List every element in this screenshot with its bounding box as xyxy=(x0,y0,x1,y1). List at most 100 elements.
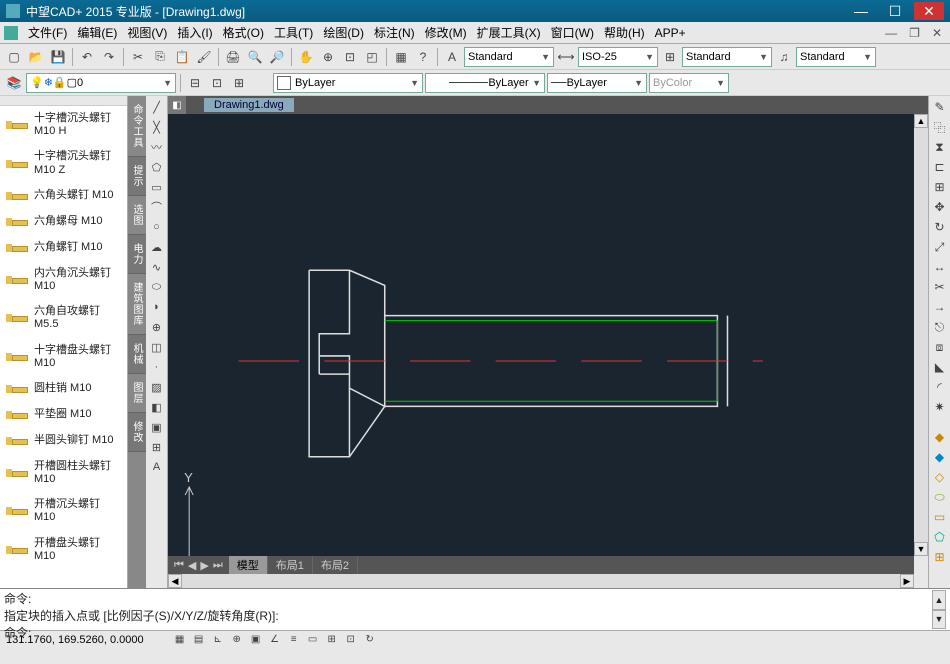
pline-icon[interactable]: 〰 xyxy=(148,138,166,156)
command-line[interactable]: 命令: 指定块的插入点或 [比例因子(S)/X/Y/Z/旋转角度(R)]: 命令… xyxy=(0,588,950,630)
scale-icon[interactable]: ⤢ xyxy=(931,238,949,256)
polar-icon[interactable]: ⊕ xyxy=(229,633,245,647)
part-item-7[interactable]: 十字槽盘头螺钉 M10 xyxy=(0,338,127,376)
menu-insert[interactable]: 插入(I) xyxy=(173,22,216,43)
hatch-icon[interactable]: ▨ xyxy=(148,378,166,396)
osnap-icon[interactable]: ▣ xyxy=(248,633,264,647)
snap-icon[interactable]: ▦ xyxy=(172,633,188,647)
match-icon[interactable]: 🖌 xyxy=(194,47,214,67)
menu-help[interactable]: 帮助(H) xyxy=(600,22,649,43)
stretch-icon[interactable]: ↔ xyxy=(931,258,949,276)
spline-icon[interactable]: ∿ xyxy=(148,258,166,276)
copy2-icon[interactable]: ⿻ xyxy=(931,118,949,136)
paste-icon[interactable]: 📋 xyxy=(172,47,192,67)
menu-dim[interactable]: 标注(N) xyxy=(370,22,419,43)
textstyle-icon[interactable]: A xyxy=(442,47,462,67)
tab-layout2[interactable]: 布局2 xyxy=(313,556,358,574)
lwt-icon[interactable]: ≡ xyxy=(286,633,302,647)
part-item-13[interactable]: 开槽盘头螺钉 M10 xyxy=(0,531,127,569)
vtab-1[interactable]: 提示 xyxy=(128,157,146,196)
explode-icon[interactable]: ✷ xyxy=(931,398,949,416)
circle-icon[interactable]: ○ xyxy=(148,218,166,236)
mlstyle-combo[interactable]: Standard▼ xyxy=(796,47,876,67)
part-item-6[interactable]: 六角自攻螺钉 M5.5 xyxy=(0,299,127,337)
pan-icon[interactable]: ✋ xyxy=(296,47,316,67)
menu-modify[interactable]: 修改(M) xyxy=(421,22,471,43)
minimize-button[interactable]: — xyxy=(846,2,876,20)
color-combo[interactable]: ByLayer▼ xyxy=(273,73,423,93)
ortho-icon[interactable]: ⊾ xyxy=(210,633,226,647)
hscroll-left-icon[interactable]: ◀ xyxy=(168,574,182,588)
zoomwin-icon[interactable]: ◰ xyxy=(362,47,382,67)
zoom-icon[interactable]: ⊕ xyxy=(318,47,338,67)
part-item-5[interactable]: 内六角沉头螺钉 M10 xyxy=(0,261,127,299)
layer-manager-icon[interactable]: 📚 xyxy=(4,73,24,93)
model-icon[interactable]: ▭ xyxy=(305,633,321,647)
lineweight-combo[interactable]: ── ByLayer▼ xyxy=(547,73,647,93)
print-icon[interactable]: 🖨 xyxy=(223,47,243,67)
move-icon[interactable]: ✥ xyxy=(931,198,949,216)
grid2-icon[interactable]: ▤ xyxy=(191,633,207,647)
tool2-icon[interactable]: ◆ xyxy=(931,448,949,466)
grid-icon[interactable]: ▦ xyxy=(391,47,411,67)
line-icon[interactable]: ╱ xyxy=(148,98,166,116)
rotate-icon[interactable]: ↻ xyxy=(931,218,949,236)
hscroll[interactable]: ◀ ▶ xyxy=(168,574,914,588)
xline-icon[interactable]: ╳ xyxy=(148,118,166,136)
preview-icon[interactable]: 🔍 xyxy=(245,47,265,67)
part-item-2[interactable]: 六角头螺钉 M10 xyxy=(0,183,127,209)
ellipse-icon[interactable]: ⬭ xyxy=(148,278,166,296)
table-icon[interactable]: ⊞ xyxy=(148,438,166,456)
vtab-3[interactable]: 电力 xyxy=(128,235,146,274)
part-item-9[interactable]: 平垫圈 M10 xyxy=(0,402,127,428)
part-item-0[interactable]: 十字槽沉头螺钉 M10 H xyxy=(0,106,127,144)
tab-next-icon[interactable]: ▶ xyxy=(198,559,210,572)
menu-view[interactable]: 视图(V) xyxy=(123,22,171,43)
help-icon[interactable]: ? xyxy=(413,47,433,67)
fillet-icon[interactable]: ◜ xyxy=(931,378,949,396)
part-item-4[interactable]: 六角螺钉 M10 xyxy=(0,235,127,261)
tool6-icon[interactable]: ⬠ xyxy=(931,528,949,546)
save-icon[interactable]: 💾 xyxy=(48,47,68,67)
new-icon[interactable]: ▢ xyxy=(4,47,24,67)
plotcolor-combo[interactable]: ByColor▼ xyxy=(649,73,729,93)
part-item-3[interactable]: 六角螺母 M10 xyxy=(0,209,127,235)
mdi-close[interactable]: ✕ xyxy=(928,26,946,40)
revcloud-icon[interactable]: ☁ xyxy=(148,238,166,256)
array-icon[interactable]: ⊞ xyxy=(931,178,949,196)
tab-last-icon[interactable]: ⏭ xyxy=(211,559,225,572)
vtab-4[interactable]: 建筑图库 xyxy=(128,274,146,335)
vscroll-up-icon[interactable]: ▲ xyxy=(914,114,928,128)
offset-icon[interactable]: ⊏ xyxy=(931,158,949,176)
region-icon[interactable]: ▣ xyxy=(148,418,166,436)
menu-file[interactable]: 文件(F) xyxy=(24,22,71,43)
ellipsearc-icon[interactable]: ◗ xyxy=(148,298,166,316)
undo-icon[interactable]: ↶ xyxy=(77,47,97,67)
tool1-icon[interactable]: ◆ xyxy=(931,428,949,446)
cmd-scroll[interactable]: ▲▼ xyxy=(932,590,946,629)
tab-first-icon[interactable]: ⏮ xyxy=(172,559,186,572)
chamfer-icon[interactable]: ◣ xyxy=(931,358,949,376)
menu-format[interactable]: 格式(O) xyxy=(219,22,268,43)
rect-icon[interactable]: ▭ xyxy=(148,178,166,196)
tab-model[interactable]: 模型 xyxy=(229,556,268,574)
open-icon[interactable]: 📂 xyxy=(26,47,46,67)
menu-edit[interactable]: 编辑(E) xyxy=(73,22,121,43)
layer-iso-icon[interactable]: ⊞ xyxy=(229,73,249,93)
part-item-1[interactable]: 十字槽沉头螺钉 M10 Z xyxy=(0,144,127,182)
tool3-icon[interactable]: ◇ xyxy=(931,468,949,486)
block-icon[interactable]: ◫ xyxy=(148,338,166,356)
vtab-6[interactable]: 图层 xyxy=(128,374,146,413)
tool7-icon[interactable]: ⊞ xyxy=(931,548,949,566)
part-item-8[interactable]: 圆柱销 M10 xyxy=(0,376,127,402)
copy-icon[interactable]: ⎘ xyxy=(150,47,170,67)
tool4-icon[interactable]: ⬭ xyxy=(931,488,949,506)
sc-icon[interactable]: ⊡ xyxy=(343,633,359,647)
tab-layout1[interactable]: 布局1 xyxy=(268,556,313,574)
dimstyle-icon[interactable]: ⟷ xyxy=(556,47,576,67)
mirror-icon[interactable]: ⧗ xyxy=(931,138,949,156)
polygon-icon[interactable]: ⬠ xyxy=(148,158,166,176)
cycle-icon[interactable]: ↻ xyxy=(362,633,378,647)
vscroll-down-icon[interactable]: ▼ xyxy=(914,542,928,556)
mtext-icon[interactable]: A xyxy=(148,458,166,476)
